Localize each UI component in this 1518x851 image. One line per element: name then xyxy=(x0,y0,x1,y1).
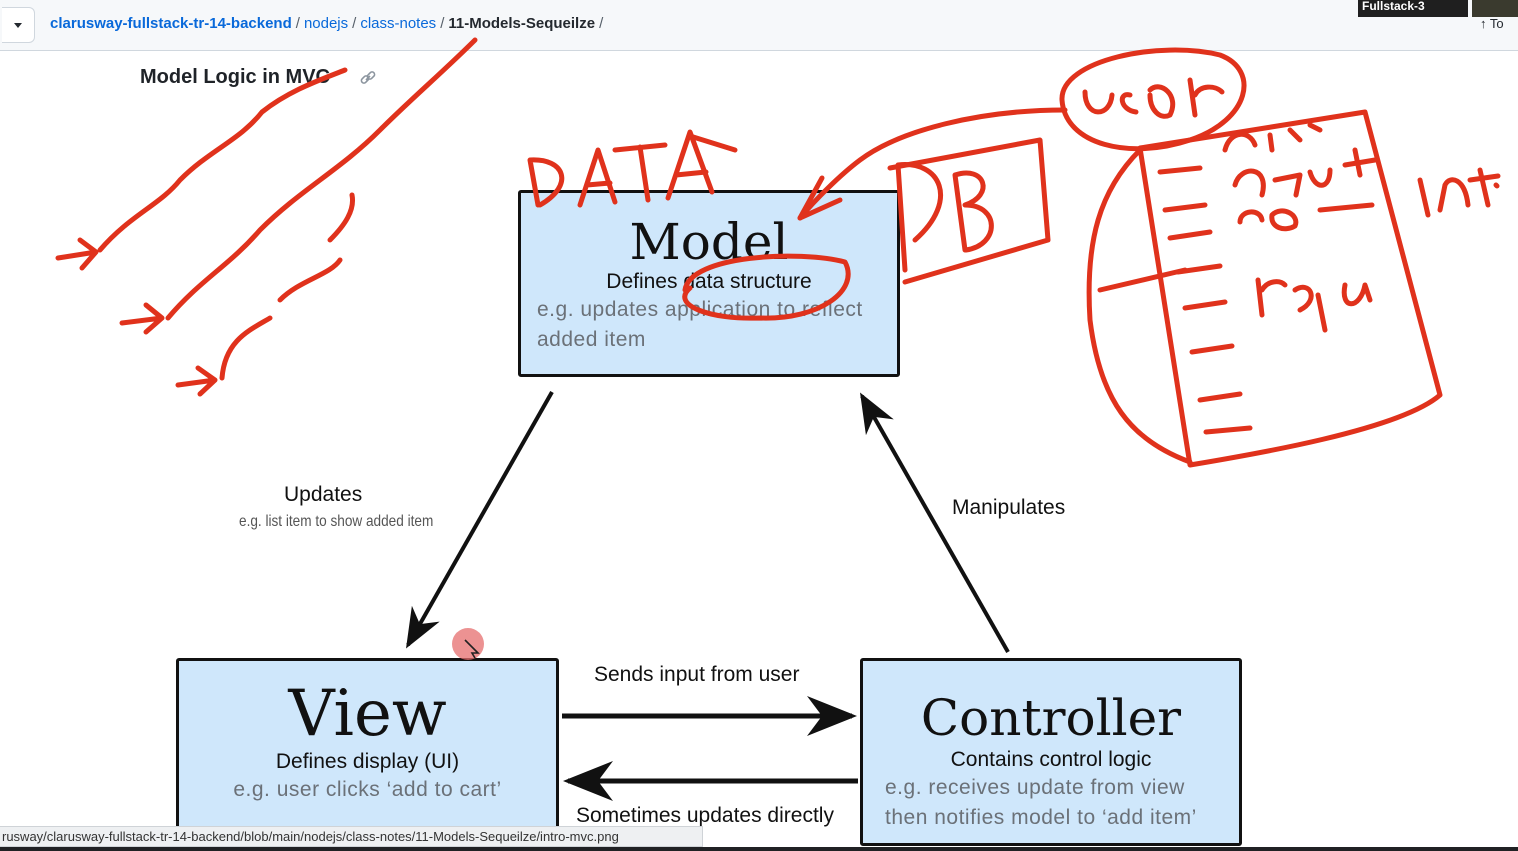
repo-header-bar: clarusway-fullstack-tr-14-backend / nodejs… xyxy=(0,0,1518,51)
controller-example: e.g. receives update from view then noti… xyxy=(885,776,1197,829)
breadcrumb: clarusway-fullstack-tr-14-backend / nodejs… xyxy=(50,15,604,32)
updates-label: Updates xyxy=(284,483,363,506)
back-to-top-link[interactable]: ↑ To xyxy=(1480,16,1504,31)
chevron-down-icon xyxy=(14,23,22,28)
link-preview-statusbar: rusway/clarusway-fullstack-tr-14-backend… xyxy=(0,826,703,847)
view-title: View xyxy=(288,677,447,751)
model-subtitle: Defines data structure xyxy=(606,270,812,293)
manipulates-arrow xyxy=(860,392,1010,653)
cursor-arrow-icon xyxy=(464,639,480,659)
model-box: Model Defines data structure e.g. update… xyxy=(518,190,900,377)
bottom-edge xyxy=(0,847,1518,851)
page-title: Model Logic in MVC xyxy=(140,66,330,88)
updates-example-label: e.g. list item to show added item xyxy=(239,513,434,530)
file-tree-toggle-button[interactable] xyxy=(2,7,35,43)
controller-box: Controller Contains control logic e.g. r… xyxy=(860,658,1242,846)
controller-subtitle: Contains control logic xyxy=(950,748,1152,771)
sends-input-label: Sends input from user xyxy=(594,663,800,686)
controller-title: Controller xyxy=(920,689,1182,747)
sometimes-updates-label: Sometimes updates directly xyxy=(576,804,834,827)
view-box: View Defines display (UI) e.g. user clic… xyxy=(176,658,559,848)
breadcrumb-current-folder: 11-Models-Sequeilze xyxy=(448,15,596,32)
video-call-thumbnail-secondary xyxy=(1472,0,1518,17)
breadcrumb-nodejs-link[interactable]: nodejs xyxy=(304,15,348,32)
video-call-thumbnail: Fullstack-3 xyxy=(1358,0,1468,17)
view-example: e.g. user clicks ‘add to cart’ xyxy=(233,778,502,801)
view-subtitle: Defines display (UI) xyxy=(275,750,460,773)
model-title: Model xyxy=(629,213,789,271)
model-example: e.g. updates application to reflect adde… xyxy=(537,298,863,351)
breadcrumb-repo-link[interactable]: clarusway-fullstack-tr-14-backend xyxy=(50,15,292,32)
manipulates-label: Manipulates xyxy=(952,496,1066,519)
link-icon[interactable] xyxy=(358,68,378,88)
breadcrumb-class-notes-link[interactable]: class-notes xyxy=(360,15,436,32)
